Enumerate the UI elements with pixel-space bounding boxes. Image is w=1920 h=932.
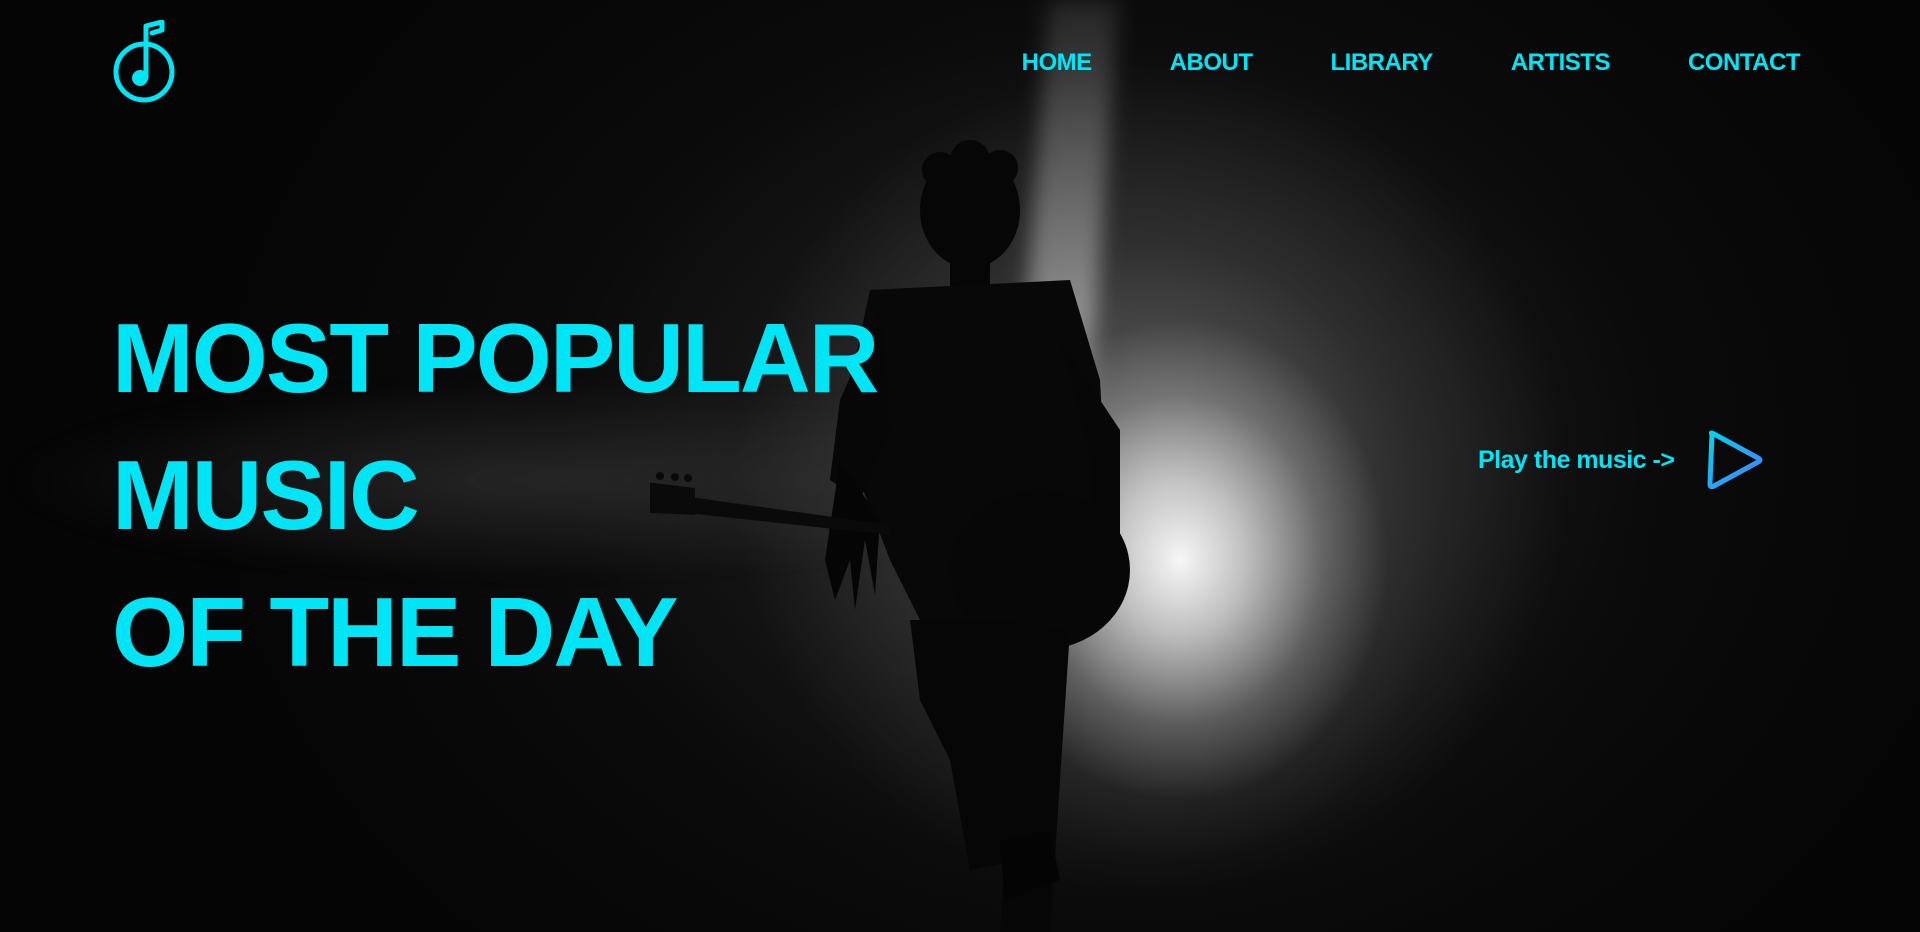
play-icon[interactable] (1704, 428, 1764, 492)
nav-library[interactable]: LIBRARY (1331, 48, 1434, 78)
headline-line-3: OF THE DAY (112, 577, 678, 687)
play-music-link[interactable]: Play the music -> (1478, 444, 1675, 476)
nav-about[interactable]: ABOUT (1170, 48, 1253, 78)
music-note-logo-icon[interactable] (112, 20, 176, 106)
headline-line-1: MOST POPULAR (112, 303, 879, 413)
hero-section: HOME ABOUT LIBRARY ARTISTS CONTACT MOST … (0, 0, 1920, 932)
nav-contact[interactable]: CONTACT (1688, 48, 1801, 78)
nav-home[interactable]: HOME (1022, 48, 1093, 78)
hero-headline: MOST POPULAR MUSIC OF THE DAY (112, 290, 879, 701)
headline-line-2: MUSIC (112, 440, 420, 550)
nav-artists[interactable]: ARTISTS (1511, 48, 1611, 78)
main-nav: HOME ABOUT LIBRARY ARTISTS CONTACT (1000, 48, 1801, 78)
